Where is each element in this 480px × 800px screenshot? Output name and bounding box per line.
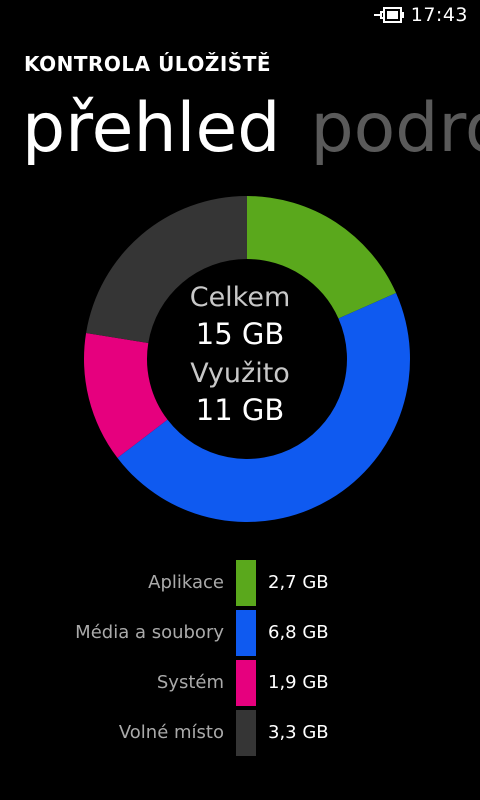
legend-value: 1,9 GB	[268, 672, 329, 693]
clock: 17:43	[410, 4, 468, 26]
storage-check-screen: 17:43 KONTROLA ÚLOŽIŠTĚ přehled podrobnos…	[0, 0, 480, 800]
legend-value: 6,8 GB	[268, 622, 329, 643]
legend-row-media[interactable]: Média a soubory 6,8 GB	[0, 610, 480, 658]
legend-label: Systém	[156, 672, 224, 693]
status-bar: 17:43	[0, 0, 480, 32]
battery-charging-icon	[374, 7, 404, 23]
legend-row-system[interactable]: Systém 1,9 GB	[0, 660, 480, 708]
legend-row-free-space[interactable]: Volné místo 3,3 GB	[0, 710, 480, 758]
app-title: KONTROLA ÚLOŽIŠTĚ	[24, 52, 271, 76]
legend-swatch	[236, 610, 256, 656]
legend-swatch	[236, 660, 256, 706]
legend-swatch	[236, 710, 256, 756]
legend-swatch	[236, 560, 256, 606]
storage-donut-chart: Celkem 15 GB Využito 11 GB	[0, 180, 480, 540]
pivot-tab-overview[interactable]: přehled	[22, 86, 280, 172]
total-label: Celkem	[189, 282, 291, 313]
legend-label: Aplikace	[148, 572, 224, 593]
legend-value: 2,7 GB	[268, 572, 329, 593]
legend-row-apps[interactable]: Aplikace 2,7 GB	[0, 560, 480, 608]
pivot-tab-details[interactable]: podrobnosti	[310, 86, 480, 172]
pivot-header: přehled podrobnosti	[22, 86, 480, 172]
legend-value: 3,3 GB	[268, 722, 329, 743]
legend-label: Volné místo	[118, 722, 224, 743]
total-value: 15 GB	[195, 317, 285, 351]
legend-label: Média a soubory	[75, 622, 224, 643]
chart-center-summary: Celkem 15 GB Využito 11 GB	[140, 280, 340, 428]
used-value: 11 GB	[195, 393, 285, 427]
used-label: Využito	[190, 358, 290, 389]
